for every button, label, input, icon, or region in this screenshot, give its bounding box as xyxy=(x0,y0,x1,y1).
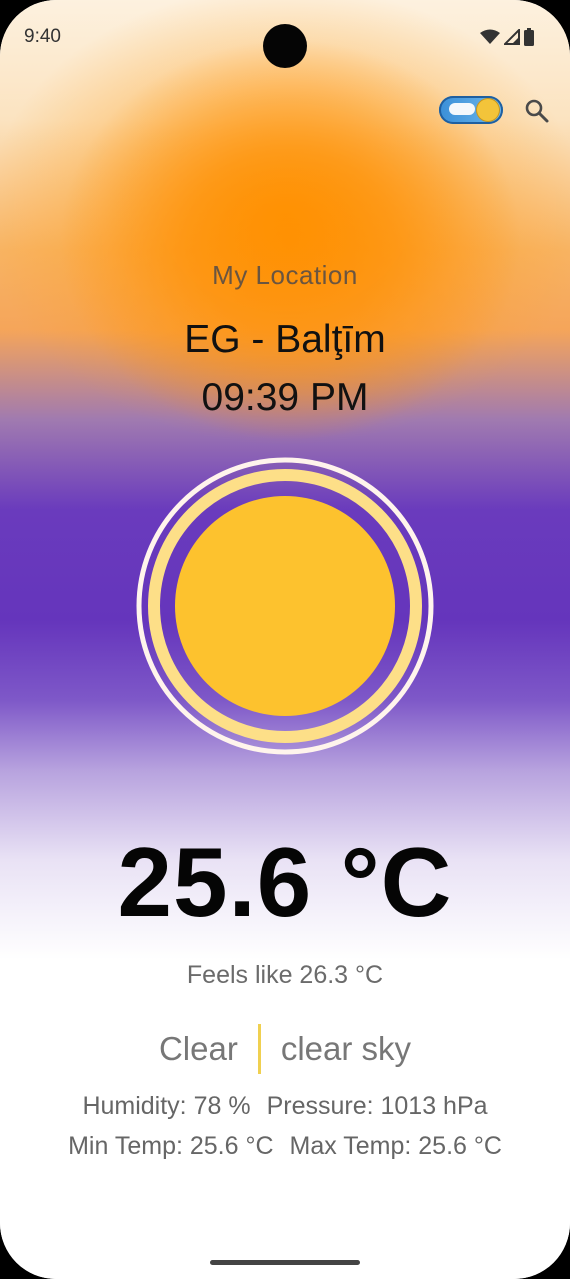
toggle-knob xyxy=(477,99,499,121)
status-icons xyxy=(480,28,534,46)
stats-row-2: Min Temp: 25.6 °C Max Temp: 25.6 °C xyxy=(0,1132,570,1161)
cloud-icon xyxy=(449,103,475,115)
home-indicator[interactable] xyxy=(210,1260,360,1265)
humidity-value: Humidity: 78 % xyxy=(82,1092,251,1120)
battery-icon xyxy=(524,28,534,46)
sun-icon xyxy=(136,457,434,755)
feels-like: Feels like 26.3 °C xyxy=(186,961,384,989)
max-temp-value: Max Temp: 25.6 °C xyxy=(289,1132,502,1160)
phone-screen: 9:40 My Location EG - Balţīm 09:39 PM 25… xyxy=(0,0,570,1279)
front-camera xyxy=(263,24,307,68)
local-time: 09:39 PM xyxy=(201,376,369,419)
min-temp-value: Min Temp: 25.6 °C xyxy=(68,1132,274,1160)
condition-description: clear sky xyxy=(280,1030,412,1067)
search-icon[interactable] xyxy=(522,96,552,126)
wifi-icon xyxy=(480,29,500,44)
stats-row-1: Humidity: 78 % Pressure: 1013 hPa xyxy=(0,1092,570,1121)
condition-main: Clear xyxy=(158,1030,238,1067)
current-temperature: 25.6 °C xyxy=(117,827,453,937)
condition-row: Clear clear sky xyxy=(0,1024,570,1074)
pressure-value: Pressure: 1013 hPa xyxy=(266,1092,488,1120)
city-name: EG - Balţīm xyxy=(184,318,386,361)
cellular-icon xyxy=(504,29,520,45)
status-time: 9:40 xyxy=(24,26,61,47)
day-night-toggle-icon[interactable] xyxy=(439,96,503,124)
location-label: My Location xyxy=(212,260,358,290)
condition-divider xyxy=(257,1024,261,1074)
